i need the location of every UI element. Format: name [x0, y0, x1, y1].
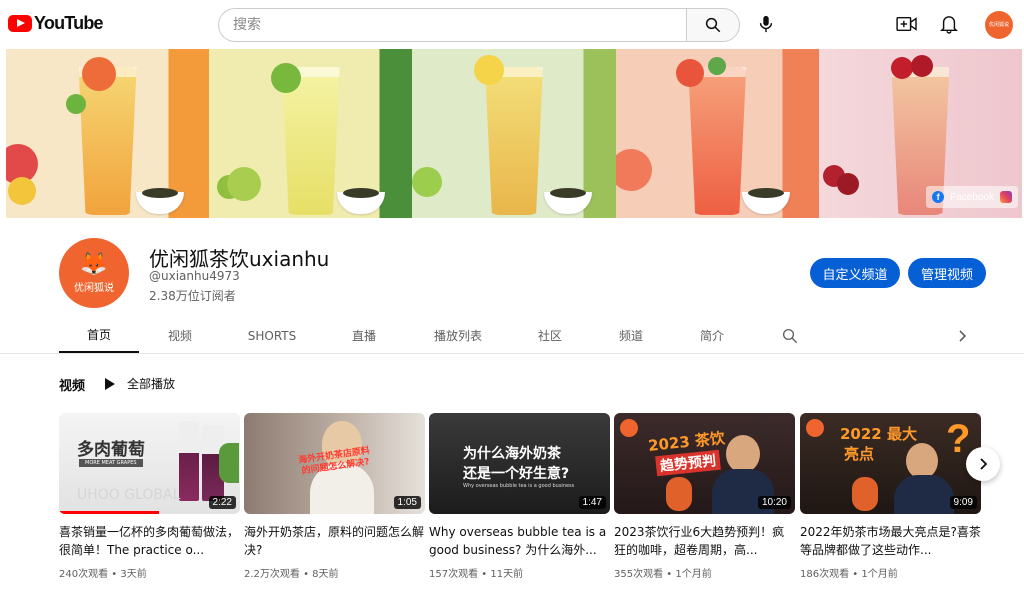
video-title[interactable]: 海外开奶茶店，原料的问题怎么解决? — [244, 523, 425, 559]
top-bar: YouTube 优闲狐说 — [0, 0, 1024, 48]
account-avatar-label: 优闲狐说 — [988, 22, 1009, 28]
video-duration: 10:20 — [757, 496, 791, 509]
banner-social-links: f Facebook — [926, 186, 1019, 208]
tab-videos[interactable]: 视频 — [150, 318, 210, 353]
thumbnail-caption: 多肉葡萄 — [77, 440, 145, 460]
video-duration: 1:05 — [393, 496, 421, 509]
chevron-right-icon — [980, 458, 988, 470]
subscriber-count: 2.38万位订阅者 — [149, 289, 236, 303]
tab-shorts[interactable]: SHORTS — [238, 318, 306, 353]
play-icon — [105, 377, 115, 390]
video-duration: 1:47 — [578, 496, 606, 509]
search-button[interactable] — [686, 8, 740, 42]
video-duration: 2:22 — [208, 496, 236, 509]
thumbnail-caption-line1: 2022 最大 — [840, 425, 917, 443]
youtube-logo[interactable]: YouTube — [8, 13, 104, 34]
banner-drink-grapefruit — [615, 49, 819, 218]
thumbnail-caption-line2: 亮点 — [844, 445, 875, 463]
upload-age: 1个月前 — [675, 569, 712, 580]
video-camera-plus-icon — [896, 16, 917, 32]
search-icon — [782, 328, 798, 344]
channel-name: 优闲狐茶饮uxianhu — [149, 247, 330, 271]
facebook-icon[interactable]: f — [932, 191, 945, 203]
youtube-play-icon — [8, 15, 32, 32]
chevron-right-icon — [959, 330, 967, 342]
video-title[interactable]: Why overseas bubble tea is a good busine… — [429, 523, 610, 559]
manage-videos-button[interactable]: 管理视频 — [908, 258, 986, 288]
channel-banner: f Facebook — [6, 49, 1022, 218]
shelf-next-button[interactable] — [966, 447, 1000, 481]
channel-handle: @uxianhu4973 — [149, 269, 240, 283]
banner-drink-lime — [209, 49, 413, 218]
video-meta: 355次观看 • 1个月前 — [614, 569, 712, 580]
customize-channel-button[interactable]: 自定义频道 — [810, 258, 900, 288]
upload-age: 8天前 — [312, 569, 339, 580]
tab-home[interactable]: 首页 — [59, 318, 139, 353]
video-title[interactable]: 2023茶饮行业6大趋势预判！疯狂的咖啡，超卷周期，高... — [614, 523, 795, 559]
play-all-button[interactable]: 全部播放 — [105, 375, 175, 392]
video-title[interactable]: 2022年奶茶市场最大亮点是?喜茶等品牌都做了这些动作... — [800, 523, 981, 559]
channel-tabs: 首页 视频 SHORTS 直播 播放列表 社区 频道 简介 — [0, 318, 1024, 354]
video-meta: 186次观看 • 1个月前 — [800, 569, 898, 580]
banner-drink-orange — [6, 49, 210, 218]
tabs-next-button[interactable] — [950, 324, 974, 348]
thumbnail-subcaption: Why overseas bubble tea is a good busine… — [463, 483, 575, 489]
question-mark-icon: ? — [946, 417, 971, 461]
tab-about[interactable]: 简介 — [684, 318, 740, 353]
view-count: 157次观看 — [429, 569, 479, 580]
view-count: 2.2万次观看 — [244, 569, 300, 580]
upload-age: 3天前 — [120, 569, 147, 580]
tab-community[interactable]: 社区 — [522, 318, 578, 353]
view-count: 186次观看 — [800, 569, 850, 580]
tab-live[interactable]: 直播 — [336, 318, 392, 353]
account-avatar[interactable]: 优闲狐说 — [985, 11, 1013, 39]
fox-logo-icon: 🦊 — [80, 251, 108, 277]
video-title[interactable]: 喜茶销量一亿杯的多肉葡萄做法，很简单！The practice o... — [59, 523, 240, 559]
bell-icon — [940, 16, 958, 34]
video-meta: 2.2万次观看 • 8天前 — [244, 569, 339, 580]
video-meta: 240次观看 • 3天前 — [59, 569, 147, 580]
search-input[interactable] — [218, 8, 686, 42]
thumbnail-caption-line2: 还是一个好生意? — [463, 466, 570, 482]
search-bar — [218, 8, 740, 42]
thumbnail-subcaption: MORE MEAT GRAPES — [79, 459, 143, 467]
video-thumbnail[interactable]: 2022 最大 亮点 ? 9:09 — [800, 413, 981, 514]
view-count: 355次观看 — [614, 569, 664, 580]
video-meta: 157次观看 • 11天前 — [429, 569, 524, 580]
search-icon — [705, 17, 721, 33]
microphone-icon — [759, 15, 773, 33]
video-duration: 9:09 — [949, 496, 977, 509]
video-thumbnail[interactable]: 多肉葡萄 MORE MEAT GRAPES UHOO GLOBAL 2:22 — [59, 413, 240, 514]
view-count: 240次观看 — [59, 569, 109, 580]
tab-channels[interactable]: 频道 — [603, 318, 659, 353]
create-video-button[interactable] — [894, 11, 920, 37]
upload-age: 1个月前 — [861, 569, 898, 580]
video-card[interactable]: 为什么海外奶茶 还是一个好生意? Why overseas bubble tea… — [429, 413, 610, 580]
video-thumbnail[interactable]: 2023 茶饮 趋势预判 10:20 — [614, 413, 795, 514]
watch-progress-bar — [59, 511, 159, 514]
banner-drink-lemon-tea — [412, 49, 616, 218]
thumbnail-brand: UHOO GLOBAL — [77, 487, 181, 503]
section-title: 视频 — [59, 379, 86, 394]
video-card[interactable]: 多肉葡萄 MORE MEAT GRAPES UHOO GLOBAL 2:22 喜… — [59, 413, 240, 580]
play-all-label: 全部播放 — [127, 377, 176, 391]
tab-playlists[interactable]: 播放列表 — [422, 318, 494, 353]
video-card[interactable]: 2022 最大 亮点 ? 9:09 2022年奶茶市场最大亮点是?喜茶等品牌都做… — [800, 413, 981, 580]
thumbnail-caption-line1: 为什么海外奶茶 — [463, 446, 561, 462]
channel-avatar-label: 优闲狐说 — [74, 282, 114, 294]
upload-age: 11天前 — [490, 569, 524, 580]
voice-search-button[interactable] — [752, 10, 780, 38]
video-card[interactable]: 海外开奶茶店原料的问题怎么解决? 1:05 海外开奶茶店，原料的问题怎么解决? … — [244, 413, 425, 580]
instagram-icon[interactable] — [1000, 191, 1013, 203]
notifications-button[interactable] — [936, 11, 962, 37]
channel-search-button[interactable] — [778, 324, 802, 348]
youtube-logo-text: YouTube — [34, 13, 104, 33]
video-thumbnail[interactable]: 为什么海外奶茶 还是一个好生意? Why overseas bubble tea… — [429, 413, 610, 514]
facebook-link[interactable]: Facebook — [950, 192, 994, 203]
channel-avatar[interactable]: 🦊 优闲狐说 — [59, 238, 129, 308]
video-thumbnail[interactable]: 海外开奶茶店原料的问题怎么解决? 1:05 — [244, 413, 425, 514]
banner-drink-cherry: f Facebook — [818, 49, 1022, 218]
video-card[interactable]: 2023 茶饮 趋势预判 10:20 2023茶饮行业6大趋势预判！疯狂的咖啡，… — [614, 413, 795, 580]
